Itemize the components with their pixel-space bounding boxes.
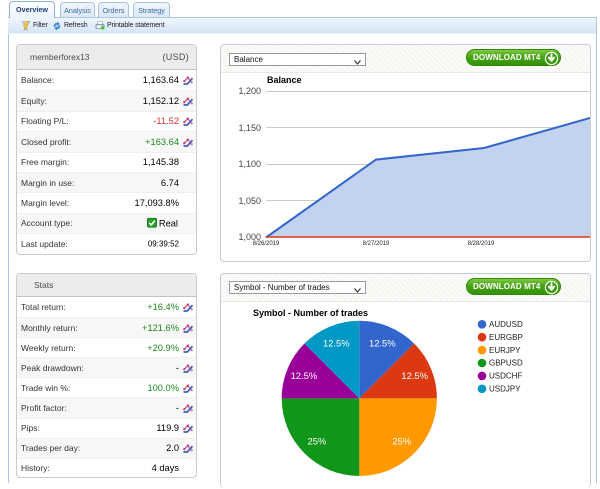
svg-text:USDCHF: USDCHF <box>489 372 522 381</box>
svg-text:12.5%: 12.5% <box>369 338 396 349</box>
svg-text:12.5%: 12.5% <box>291 370 318 381</box>
svg-text:EURGBP: EURGBP <box>489 333 523 342</box>
svg-text:12.5%: 12.5% <box>323 338 350 349</box>
svg-text:USDJPY: USDJPY <box>489 385 521 394</box>
svg-text:25%: 25% <box>392 435 411 446</box>
svg-text:25%: 25% <box>308 435 327 446</box>
svg-text:12.5%: 12.5% <box>401 370 428 381</box>
svg-text:AUDUSD: AUDUSD <box>489 320 523 329</box>
svg-text:GBPUSD: GBPUSD <box>489 359 523 368</box>
svg-text:EURJPY: EURJPY <box>489 346 521 355</box>
